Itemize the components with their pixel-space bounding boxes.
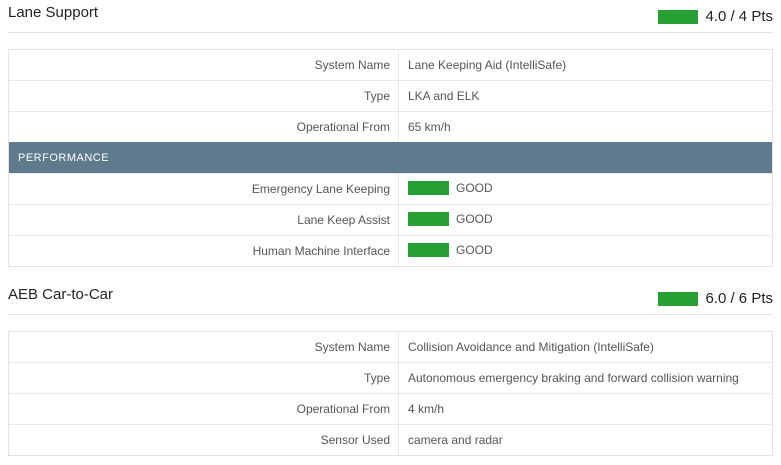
aeb-table: System Name Collision Avoidance and Miti… — [8, 331, 773, 456]
score-bar — [658, 9, 699, 24]
row-label: Type — [8, 80, 399, 112]
row-label: Lane Keep Assist — [8, 204, 399, 236]
table-row: Operational From 4 km/h — [8, 393, 773, 425]
table-row: Operational From 65 km/h — [8, 111, 773, 142]
row-label: System Name — [8, 49, 399, 81]
row-value: 65 km/h — [398, 111, 773, 142]
rating-bar — [408, 211, 449, 226]
row-value: GOOD — [398, 204, 773, 236]
lane-support-score-text: 4.0 / 4 Pts — [705, 8, 773, 25]
row-value: Collision Avoidance and Mitigation (Inte… — [408, 340, 654, 354]
rating: GOOD — [408, 242, 493, 257]
lane-support-score: 4.0 / 4 Pts — [658, 8, 773, 25]
lane-support-header: Lane Support 4.0 / 4 Pts — [8, 0, 773, 33]
row-label: Human Machine Interface — [8, 235, 399, 267]
row-label: System Name — [8, 331, 399, 363]
rating-text: GOOD — [456, 211, 493, 226]
rating: GOOD — [408, 211, 493, 226]
rating: GOOD — [408, 180, 493, 195]
row-value: camera and radar — [398, 424, 773, 456]
aeb-score-text: 6.0 / 6 Pts — [705, 290, 773, 307]
performance-header: PERFORMANCE — [8, 142, 773, 174]
row-label: Sensor Used — [8, 424, 399, 456]
row-label: Type — [8, 362, 399, 394]
table-row: System Name Collision Avoidance and Miti… — [8, 331, 773, 363]
table-row: Lane Keep Assist GOOD — [8, 204, 773, 236]
row-label: Operational From — [8, 111, 399, 142]
table-row: Type Autonomous emergency braking and fo… — [8, 362, 773, 394]
aeb-section: AEB Car-to-Car 6.0 / 6 Pts System Name C… — [8, 282, 773, 456]
table-row: Emergency Lane Keeping GOOD — [8, 173, 773, 205]
aeb-score: 6.0 / 6 Pts — [658, 290, 773, 307]
rating-bar — [408, 242, 449, 257]
row-label: Emergency Lane Keeping — [8, 173, 399, 205]
row-value: Autonomous emergency braking and forward… — [398, 362, 773, 394]
row-value: GOOD — [398, 173, 773, 205]
row-value: 4 km/h — [398, 393, 773, 425]
rating-text: GOOD — [456, 242, 493, 257]
table-row: Type LKA and ELK — [8, 80, 773, 112]
aeb-header: AEB Car-to-Car 6.0 / 6 Pts — [8, 282, 773, 315]
row-value: LKA and ELK — [398, 80, 773, 112]
lane-support-table: System Name Lane Keeping Aid (IntelliSaf… — [8, 49, 773, 267]
rating-bar — [408, 180, 449, 195]
score-bar — [658, 291, 699, 306]
aeb-title: AEB Car-to-Car — [8, 286, 114, 303]
lane-support-title: Lane Support — [8, 4, 99, 21]
table-row: Sensor Used camera and radar — [8, 424, 773, 456]
row-value: Lane Keeping Aid (IntelliSafe) — [408, 58, 567, 72]
lane-support-section: Lane Support 4.0 / 4 Pts System Name Lan… — [8, 0, 773, 267]
rating-text: GOOD — [456, 180, 493, 195]
row-label: Operational From — [8, 393, 399, 425]
table-row: Human Machine Interface GOOD — [8, 235, 773, 267]
performance-heading: PERFORMANCE — [8, 142, 773, 174]
table-row: System Name Lane Keeping Aid (IntelliSaf… — [8, 49, 773, 81]
row-value: GOOD — [398, 235, 773, 267]
